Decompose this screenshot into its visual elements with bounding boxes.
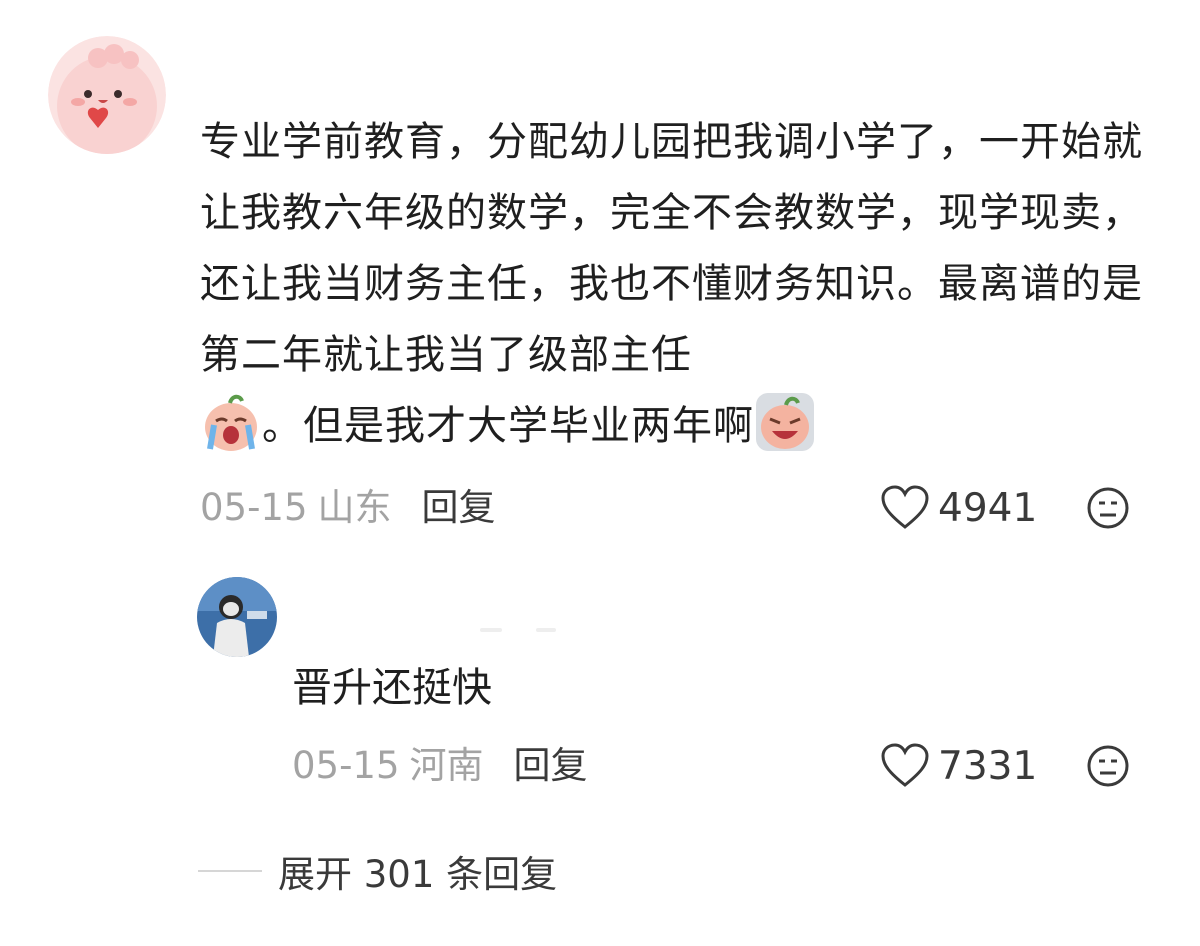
heart-icon	[881, 743, 929, 787]
comment-date: 05-15	[200, 486, 308, 529]
reply-button[interactable]: 回复	[422, 486, 496, 529]
commenter-avatar[interactable]	[48, 36, 166, 154]
reply-date: 05-15	[292, 744, 400, 787]
comment-location: 山东	[317, 486, 392, 529]
expand-divider	[198, 870, 262, 872]
reply-reply-button[interactable]: 回复	[514, 744, 588, 787]
comment-meta: 05-15 山东 回复	[200, 483, 496, 533]
like-count: 4941	[938, 485, 1038, 531]
replier-avatar[interactable]	[197, 577, 277, 657]
expand-replies[interactable]: 展开 301 条回复	[198, 846, 557, 896]
reply-body: 晋升还挺快	[292, 665, 492, 711]
comment-text-part2: 。但是我才大学毕业两年啊	[262, 403, 754, 449]
expand-replies-label[interactable]: 展开 301 条回复	[278, 844, 557, 898]
like-button[interactable]: 4941	[880, 483, 1037, 533]
crying-emoji-icon	[200, 391, 262, 453]
meh-face-icon[interactable]	[1087, 487, 1129, 533]
reply-like-button[interactable]: 7331	[880, 741, 1037, 791]
reply-location: 河南	[409, 744, 484, 787]
reply-meta: 05-15 河南 回复	[292, 741, 588, 791]
sobbing-emoji-icon	[754, 391, 816, 453]
replier-name-faint	[480, 622, 560, 636]
comment-text-part1: 专业学前教育，分配幼儿园把我调小学了，一开始就让我教六年级的数学，完全不会教数学…	[200, 119, 1143, 378]
comment-body: 专业学前教育，分配幼儿园把我调小学了，一开始就让我教六年级的数学，完全不会教数学…	[200, 107, 1160, 462]
heart-icon	[881, 485, 929, 529]
reply-like-count: 7331	[938, 743, 1038, 789]
reply-meh-face-icon[interactable]	[1087, 745, 1129, 791]
